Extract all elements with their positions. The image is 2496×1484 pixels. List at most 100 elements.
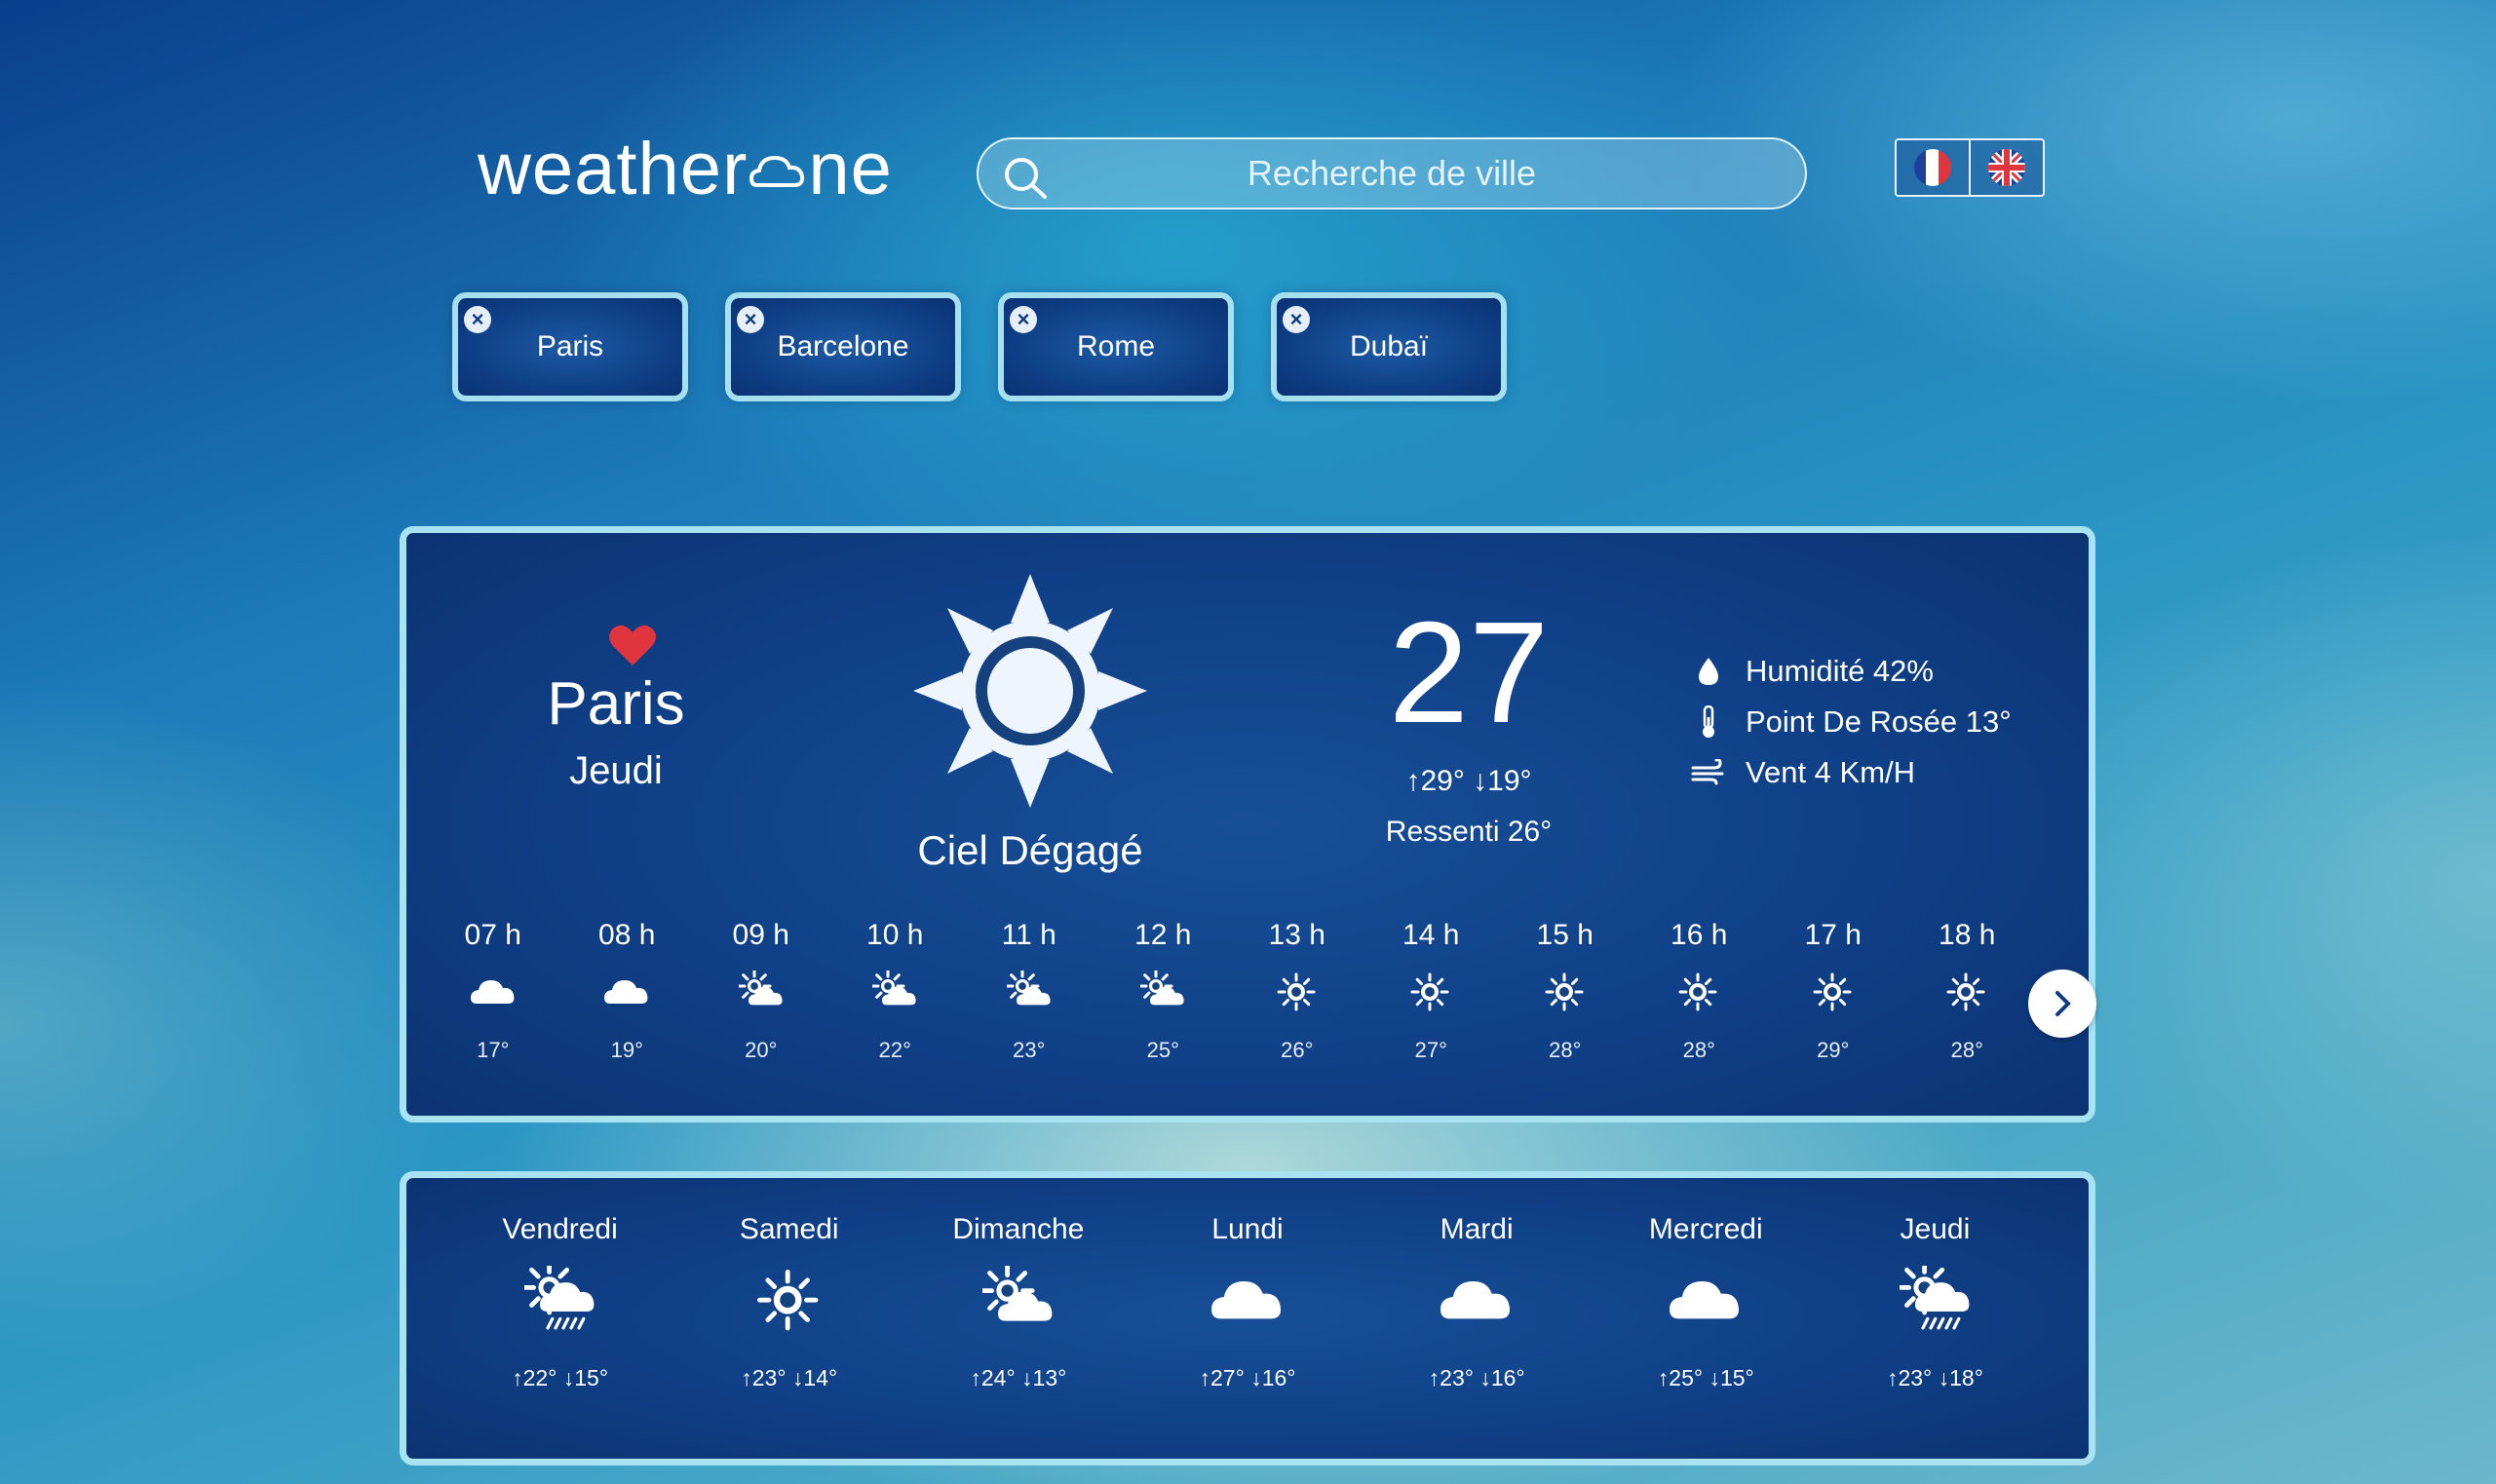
close-icon[interactable]: × [1283, 306, 1310, 333]
current-max: 29° [1420, 765, 1465, 797]
day-label: Mardi [1440, 1213, 1514, 1245]
arrow-up-icon: ↑ [1199, 1365, 1211, 1390]
day-min: 13° [1032, 1365, 1067, 1390]
hour-temp: 29° [1817, 1038, 1850, 1062]
arrow-down-icon: ↓ [791, 1365, 804, 1390]
droplet-icon [1689, 657, 1728, 686]
cloud-icon [1363, 1256, 1592, 1344]
hour-temp: 28° [1549, 1038, 1582, 1062]
sun-cloud-icon [962, 958, 1096, 1026]
hour-label: 09 h [732, 919, 789, 951]
city-tab-rome[interactable]: × Rome [998, 292, 1234, 401]
hour-temp: 20° [745, 1038, 778, 1062]
current-minmax: ↑29° ↓19° [1371, 765, 1566, 798]
close-icon[interactable]: × [1010, 306, 1037, 333]
humidity-row: Humidité 42% [1689, 646, 2012, 697]
city-search-bar[interactable] [977, 137, 1807, 209]
hourly-item: 13 h 26° [1230, 919, 1364, 1063]
hour-temp: 23° [1013, 1038, 1046, 1062]
cloud-icon [1592, 1256, 1821, 1344]
arrow-up-icon: ↑ [1886, 1365, 1899, 1390]
day-minmax: ↑23° ↓16° [1363, 1365, 1592, 1391]
hour-temp: 26° [1281, 1038, 1314, 1062]
daily-item: Jeudi ↑23° ↓18° [1821, 1213, 2050, 1391]
uk-flag-icon [1988, 149, 2025, 186]
city-tab-barcelone[interactable]: × Barcelone [725, 292, 961, 401]
hour-label: 12 h [1134, 919, 1192, 951]
day-minmax: ↑23° ↓14° [674, 1365, 903, 1391]
day-minmax: ↑27° ↓16° [1133, 1365, 1362, 1391]
next-hours-button[interactable] [2028, 970, 2096, 1038]
language-selector [1895, 138, 2045, 197]
hourly-item: 07 h 17° [426, 919, 560, 1063]
wind-icon [1689, 759, 1728, 786]
city-tab-label: Barcelone [777, 330, 909, 362]
hour-label: 18 h [1939, 919, 1996, 951]
sun-icon [1364, 958, 1499, 1026]
day-max: 23° [1440, 1365, 1474, 1390]
hour-label: 13 h [1268, 919, 1325, 951]
day-label: Dimanche [952, 1213, 1085, 1245]
hourly-forecast: 07 h 17° 08 h 19° 09 h 20° 10 h 22° 11 h… [426, 919, 2034, 1063]
weekly-forecast-card: Vendredi ↑22° ↓15° Samedi ↑23° ↓14° Dima… [400, 1171, 2095, 1465]
hourly-item: 15 h 28° [1498, 919, 1632, 1063]
day-label: Mercredi [1648, 1213, 1763, 1245]
close-icon[interactable]: × [464, 306, 491, 333]
current-condition: Ciel Dégagé [917, 827, 1143, 873]
arrow-down-icon: ↓ [1250, 1365, 1262, 1390]
sun-icon [674, 1256, 903, 1344]
hourly-item: 12 h 25° [1096, 919, 1231, 1063]
city-tab-label: Paris [536, 330, 604, 362]
sun-cloud-rain-icon [1821, 1256, 2050, 1344]
sun-icon [1901, 958, 2035, 1026]
arrow-down-icon: ↓ [1021, 1365, 1033, 1390]
language-en-button[interactable] [1969, 140, 2043, 195]
current-min: 19° [1487, 765, 1532, 797]
feels-like: Ressenti 26° [1385, 816, 1553, 848]
hourly-item: 16 h 28° [1632, 919, 1767, 1063]
city-tab-dubai[interactable]: × Dubaï [1271, 292, 1507, 401]
day-label: Lundi [1211, 1213, 1284, 1245]
cloud-icon [1133, 1256, 1362, 1344]
day-min: 15° [1719, 1365, 1754, 1390]
city-search-input[interactable] [979, 139, 1805, 208]
hourly-item: 08 h 19° [560, 919, 695, 1063]
hour-label: 11 h [1001, 919, 1056, 951]
sun-icon [1766, 958, 1901, 1026]
sun-cloud-icon [1096, 958, 1231, 1026]
hourly-item: 11 h 23° [962, 919, 1096, 1063]
hour-temp: 28° [1682, 1038, 1715, 1062]
current-weather-card: Paris Jeudi Ciel Dégagé 27 ↑29° ↓19° Res… [400, 526, 2096, 1123]
day-max: 23° [1898, 1365, 1933, 1390]
close-icon[interactable]: × [737, 306, 764, 333]
daily-item: Samedi ↑23° ↓14° [674, 1213, 903, 1391]
cloud-icon [426, 958, 560, 1026]
sun-icon [1230, 958, 1364, 1026]
hour-label: 15 h [1536, 919, 1594, 951]
arrow-down-icon: ↓ [1709, 1365, 1720, 1390]
arrow-up-icon: ↑ [1657, 1365, 1670, 1390]
day-max: 22° [522, 1365, 557, 1390]
weather-details: Humidité 42% Point De Rosée 13° Vent 4 K… [1689, 646, 2012, 798]
logo-text-right: ne [808, 128, 893, 210]
day-min: 16° [1490, 1365, 1525, 1390]
sun-cloud-icon [903, 1256, 1133, 1344]
hour-temp: 19° [610, 1038, 643, 1062]
arrow-down-icon: ↓ [1479, 1365, 1491, 1390]
day-minmax: ↑23° ↓18° [1821, 1365, 2050, 1391]
language-fr-button[interactable] [1897, 140, 1969, 195]
arrow-down-icon: ↓ [1473, 765, 1488, 797]
cloud-logo-icon [749, 155, 805, 187]
day-max: 23° [751, 1365, 787, 1390]
hour-label: 10 h [866, 919, 924, 951]
arrow-down-icon: ↓ [1938, 1365, 1950, 1390]
day-min: 16° [1261, 1365, 1296, 1390]
city-tab-paris[interactable]: × Paris [452, 292, 688, 401]
sun-cloud-icon [828, 958, 963, 1026]
hour-temp: 27° [1414, 1038, 1447, 1062]
favorite-heart-icon[interactable] [607, 623, 658, 667]
day-minmax: ↑24° ↓13° [903, 1365, 1133, 1391]
day-label: Samedi [739, 1213, 839, 1245]
search-icon [1005, 158, 1047, 199]
hour-label: 16 h [1670, 919, 1728, 951]
